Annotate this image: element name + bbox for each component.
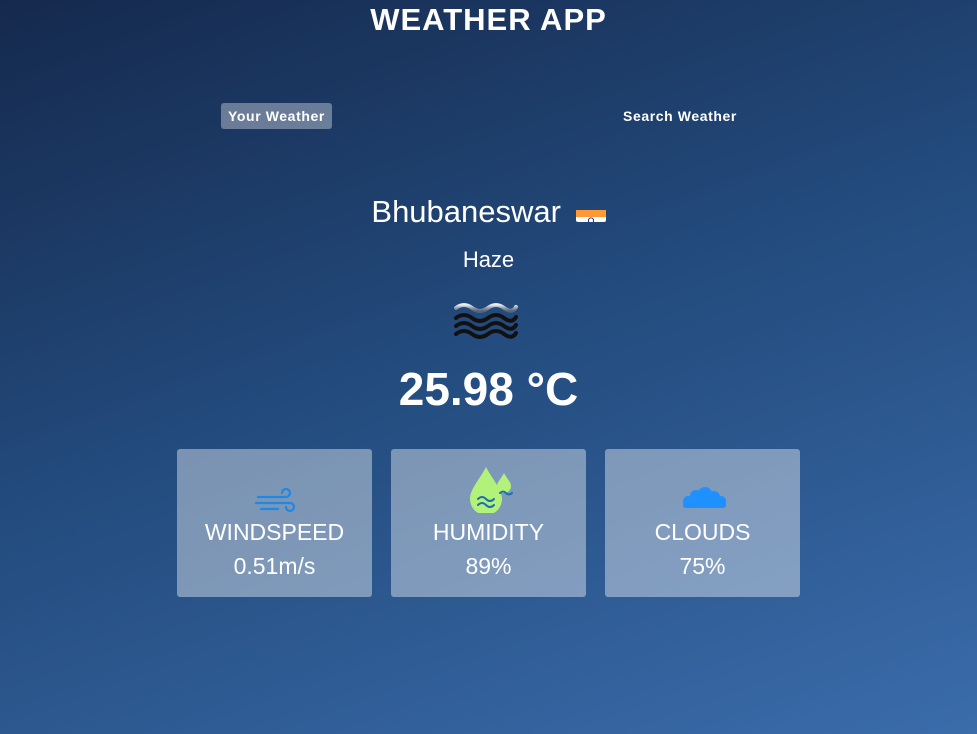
india-flag-icon bbox=[575, 201, 606, 223]
humidity-value: 89% bbox=[465, 553, 512, 579]
windspeed-label: WINDSPEED bbox=[204, 519, 345, 545]
city-row: Bhubaneswar bbox=[0, 192, 977, 232]
humidity-label: HUMIDITY bbox=[432, 519, 545, 545]
temperature: 25.98 °C bbox=[398, 363, 579, 415]
clouds-label: CLOUDS bbox=[654, 519, 751, 545]
windspeed-card: WINDSPEED 0.51m/s bbox=[177, 449, 372, 597]
city-name: Bhubaneswar bbox=[371, 194, 561, 229]
app-title: WEATHER APP bbox=[370, 2, 607, 37]
wind-icon bbox=[250, 463, 300, 513]
cloud-icon bbox=[678, 463, 728, 513]
tab-your-weather[interactable]: Your Weather bbox=[221, 103, 332, 129]
tab-search-weather[interactable]: Search Weather bbox=[616, 103, 744, 129]
windspeed-value: 0.51m/s bbox=[233, 553, 316, 579]
humidity-icon bbox=[464, 463, 514, 515]
weather-condition: Haze bbox=[462, 247, 515, 272]
humidity-card: HUMIDITY 89% bbox=[391, 449, 586, 597]
clouds-card: CLOUDS 75% bbox=[605, 449, 800, 597]
haze-icon bbox=[453, 298, 519, 342]
clouds-value: 75% bbox=[679, 553, 726, 579]
